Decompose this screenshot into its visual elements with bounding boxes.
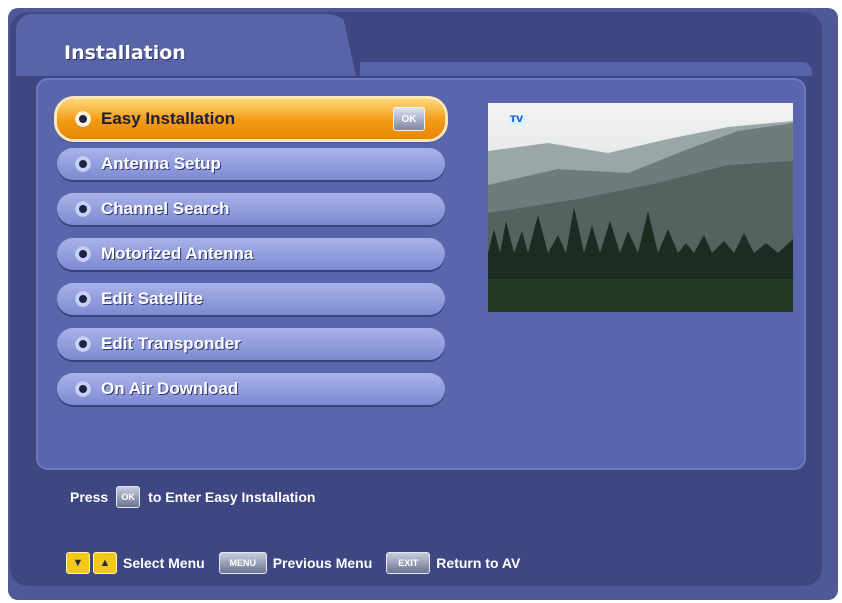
installation-menu: Easy Installation OK Antenna Setup Chann… [57, 99, 445, 418]
help-line: Press OK to Enter Easy Installation [70, 486, 315, 508]
menu-item-channel-search[interactable]: Channel Search [57, 193, 445, 225]
arrow-down-icon[interactable]: ▼ [66, 552, 90, 574]
menu-item-edit-transponder[interactable]: Edit Transponder [57, 328, 445, 360]
help-prefix: Press [70, 489, 109, 505]
select-menu-label: Select Menu [123, 555, 205, 571]
ok-key-icon: OK [116, 486, 141, 508]
menu-item-label: Edit Satellite [101, 289, 204, 308]
title-tab-strip [360, 62, 812, 76]
radio-dot-icon [75, 201, 91, 217]
channel-badge: TV [508, 115, 526, 125]
radio-dot-icon [75, 111, 91, 127]
return-to-av-label: Return to AV [436, 555, 521, 571]
radio-dot-icon [75, 156, 91, 172]
menu-item-antenna-setup[interactable]: Antenna Setup [57, 148, 445, 180]
menu-item-label: On Air Download [101, 379, 239, 398]
menu-item-edit-satellite[interactable]: Edit Satellite [57, 283, 445, 315]
menu-item-label: Edit Transponder [101, 334, 241, 353]
ok-key-icon: OK [393, 107, 425, 131]
previous-menu-label: Previous Menu [272, 555, 373, 571]
help-text: to Enter Easy Installation [148, 489, 316, 505]
menu-item-label: Motorized Antenna [101, 244, 254, 263]
menu-item-on-air-download[interactable]: On Air Download [57, 373, 445, 405]
menu-key-icon[interactable]: MENU [218, 552, 267, 574]
radio-dot-icon [75, 246, 91, 262]
arrow-up-icon[interactable]: ▲ [93, 552, 117, 574]
radio-dot-icon [75, 336, 91, 352]
menu-item-easy-installation[interactable]: Easy Installation OK [57, 99, 445, 139]
forest-landscape-image [488, 103, 793, 312]
page-title: Installation [64, 42, 186, 64]
menu-item-label: Channel Search [101, 199, 230, 218]
radio-dot-icon [75, 291, 91, 307]
menu-item-motorized-antenna[interactable]: Motorized Antenna [57, 238, 445, 270]
menu-item-label: Easy Installation [101, 109, 236, 128]
key-legend: ▼ ▲ Select Menu MENU Previous Menu EXIT … [66, 552, 534, 574]
radio-dot-icon [75, 381, 91, 397]
video-preview: TV [488, 103, 793, 312]
menu-item-label: Antenna Setup [101, 154, 221, 173]
exit-key-icon[interactable]: EXIT [386, 552, 431, 574]
